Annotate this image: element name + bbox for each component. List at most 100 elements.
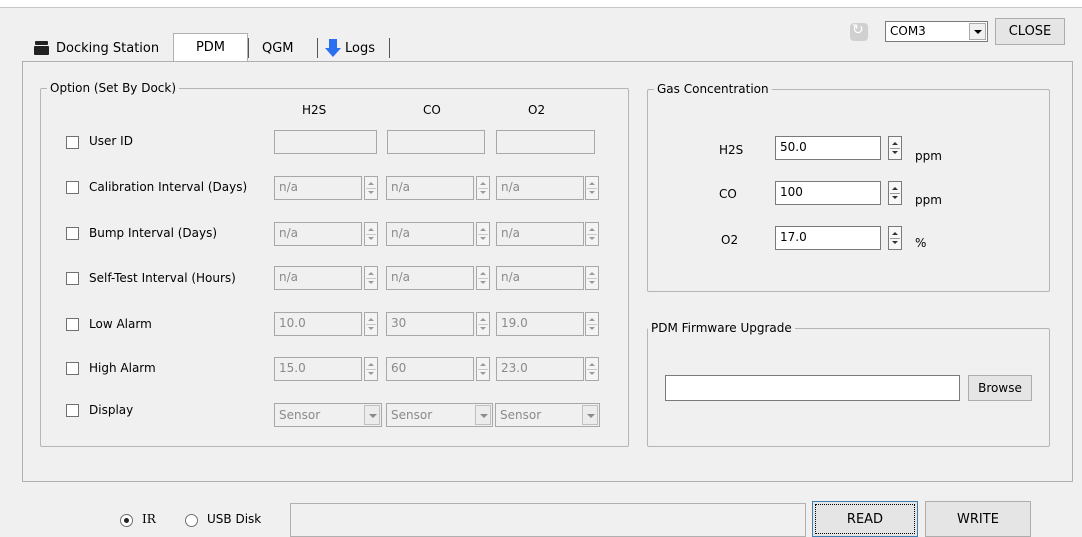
self-test-co-spinner: [476, 266, 490, 290]
option-group-legend: Option (Set By Dock): [47, 81, 180, 95]
chevron-down-icon: [364, 405, 380, 425]
bump-h2s-spinner: [364, 222, 378, 246]
calibration-o2-spinner: [585, 176, 599, 200]
display-co-value: Sensor: [391, 408, 433, 422]
tab-label: Logs: [345, 40, 375, 56]
user-id-o2-field: [496, 130, 595, 154]
calibration-co-field: n/a: [386, 176, 474, 200]
low-alarm-co-spinner: [476, 312, 490, 336]
calibration-h2s-field: n/a: [274, 176, 362, 200]
ir-radio-label: IR: [142, 512, 156, 526]
usb-disk-radio[interactable]: [185, 514, 198, 527]
low-alarm-h2s-field: 10.0: [274, 312, 362, 336]
low-alarm-h2s-spinner: [364, 312, 378, 336]
low-alarm-o2-field: 19.0: [496, 312, 584, 336]
display-label: Display: [89, 403, 134, 417]
low-alarm-checkbox[interactable]: [66, 318, 79, 331]
gas-h2s-spinner[interactable]: [888, 136, 902, 160]
read-button[interactable]: READ: [812, 501, 918, 537]
com-port-select[interactable]: COM3: [885, 21, 988, 42]
ir-radio[interactable]: [120, 514, 133, 527]
self-test-h2s-spinner: [364, 266, 378, 290]
display-o2-select: Sensor: [495, 403, 600, 427]
low-alarm-o2-spinner: [585, 312, 599, 336]
docking-station-icon: [34, 41, 49, 55]
user-id-co-field: [387, 130, 485, 154]
high-alarm-h2s-field: 15.0: [274, 357, 362, 381]
tab-label: PDM: [195, 40, 226, 55]
low-alarm-label: Low Alarm: [89, 317, 152, 331]
bump-interval-label: Bump Interval (Days): [89, 226, 218, 240]
calibration-co-spinner: [476, 176, 490, 200]
high-alarm-h2s-spinner: [364, 357, 378, 381]
gas-co-unit: ppm: [915, 193, 942, 207]
calibration-o2-field: n/a: [496, 176, 584, 200]
column-header-h2s: H2S: [302, 103, 327, 117]
user-id-checkbox[interactable]: [66, 136, 79, 149]
high-alarm-checkbox[interactable]: [66, 362, 79, 375]
gas-co-spinner[interactable]: [888, 181, 902, 205]
column-header-o2: O2: [528, 103, 546, 117]
bump-o2-field: n/a: [496, 222, 584, 246]
user-id-label: User ID: [89, 134, 133, 148]
gas-o2-label: O2: [721, 233, 739, 247]
chevron-down-icon: [475, 405, 491, 425]
high-alarm-co-field: 60: [386, 357, 474, 381]
column-header-co: CO: [423, 103, 441, 117]
gas-co-input[interactable]: 100: [775, 181, 881, 205]
bump-h2s-field: n/a: [274, 222, 362, 246]
high-alarm-o2-spinner: [585, 357, 599, 381]
gas-concentration-legend: Gas Concentration: [654, 82, 772, 96]
gas-o2-spinner[interactable]: [888, 226, 902, 250]
window-top-edge: [0, 0, 1082, 8]
calibration-h2s-spinner: [364, 176, 378, 200]
browse-button[interactable]: Browse: [968, 375, 1032, 401]
gas-h2s-label: H2S: [719, 143, 744, 157]
tab-logs[interactable]: Logs: [319, 35, 381, 61]
self-test-co-field: n/a: [386, 266, 474, 290]
chevron-down-icon[interactable]: [969, 23, 986, 40]
self-test-o2-spinner: [585, 266, 599, 290]
display-checkbox[interactable]: [66, 404, 79, 417]
tab-qgm[interactable]: QGM: [256, 35, 300, 61]
calibration-interval-checkbox[interactable]: [66, 181, 79, 194]
refresh-icon[interactable]: [850, 22, 868, 41]
download-arrow-icon: [325, 39, 341, 57]
display-co-select: Sensor: [386, 403, 493, 427]
high-alarm-label: High Alarm: [89, 361, 156, 375]
self-test-interval-label: Self-Test Interval (Hours): [89, 271, 236, 285]
gas-h2s-unit: ppm: [915, 149, 942, 163]
com-port-value: COM3: [890, 24, 926, 38]
display-h2s-select: Sensor: [274, 403, 382, 427]
bump-o2-spinner: [585, 222, 599, 246]
gas-h2s-input[interactable]: 50.0: [775, 136, 881, 160]
bump-co-field: n/a: [386, 222, 474, 246]
tab-label: QGM: [262, 40, 294, 56]
tab-pdm[interactable]: PDM: [173, 33, 248, 61]
close-button[interactable]: CLOSE: [995, 18, 1065, 45]
low-alarm-co-field: 30: [386, 312, 474, 336]
gas-o2-input[interactable]: 17.0: [775, 226, 881, 250]
chevron-down-icon: [582, 405, 598, 425]
display-o2-value: Sensor: [500, 408, 542, 422]
firmware-upgrade-legend: PDM Firmware Upgrade: [648, 321, 795, 335]
high-alarm-o2-field: 23.0: [496, 357, 584, 381]
self-test-o2-field: n/a: [496, 266, 584, 290]
tab-divider: [389, 38, 390, 58]
gas-o2-unit: %: [915, 236, 927, 250]
display-h2s-value: Sensor: [279, 408, 321, 422]
firmware-path-input[interactable]: [665, 375, 960, 401]
self-test-interval-checkbox[interactable]: [66, 272, 79, 285]
tab-divider: [317, 38, 318, 58]
user-id-h2s-field: [274, 130, 377, 154]
tab-label: Docking Station: [56, 40, 160, 56]
tab-docking-station[interactable]: Docking Station: [28, 35, 165, 61]
calibration-interval-label: Calibration Interval (Days): [89, 180, 248, 194]
bump-interval-checkbox[interactable]: [66, 227, 79, 240]
write-button[interactable]: WRITE: [925, 501, 1031, 537]
tab-divider: [248, 38, 249, 58]
bump-co-spinner: [476, 222, 490, 246]
usb-disk-radio-label: USB Disk: [207, 512, 262, 526]
self-test-h2s-field: n/a: [274, 266, 362, 290]
gas-co-label: CO: [719, 187, 737, 201]
